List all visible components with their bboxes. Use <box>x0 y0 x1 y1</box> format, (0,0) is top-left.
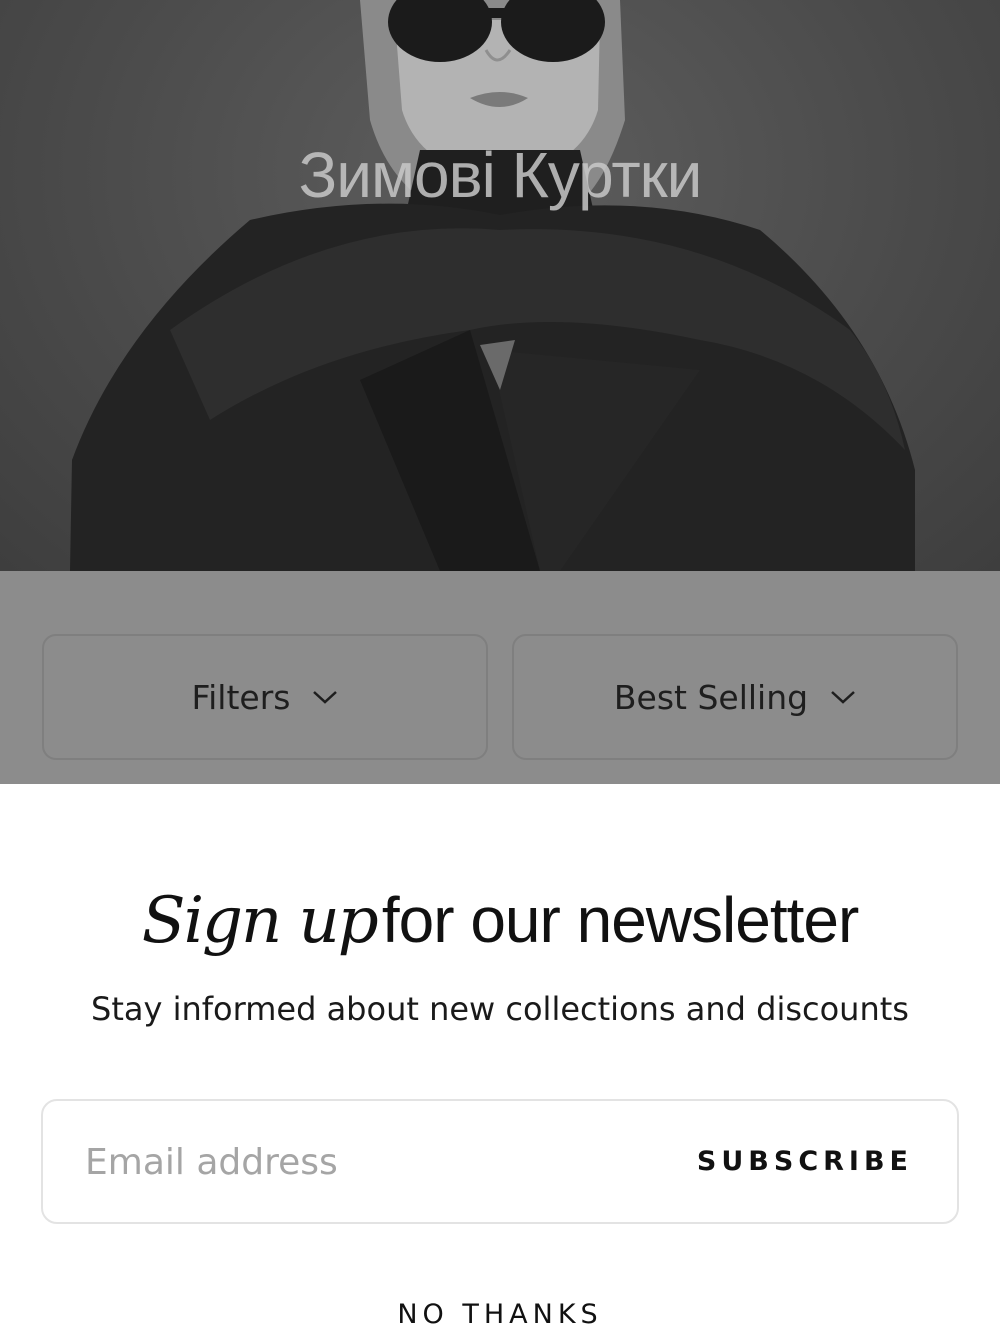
filters-button[interactable]: Filters <box>42 634 488 760</box>
filters-label: Filters <box>191 677 291 717</box>
hero-banner: Зимові Куртки <box>0 0 1000 571</box>
email-form: SUBSCRIBE <box>41 1099 959 1224</box>
no-thanks-button[interactable]: NO THANKS <box>0 1299 1000 1330</box>
headline-script: Sign up <box>141 884 379 958</box>
newsletter-popup: Sign up for our newsletter Stay informed… <box>0 784 1000 1333</box>
headline-plain: for our newsletter <box>381 884 859 956</box>
chevron-down-icon <box>831 691 855 704</box>
filter-sort-bar: Filters Best Selling <box>0 571 1000 784</box>
sort-label: Best Selling <box>613 677 809 717</box>
sort-button[interactable]: Best Selling <box>512 634 958 760</box>
subscribe-button[interactable]: SUBSCRIBE <box>697 1101 913 1222</box>
hero-image <box>70 0 915 571</box>
newsletter-headline: Sign up for our newsletter <box>0 888 1000 953</box>
newsletter-subtitle: Stay informed about new collections and … <box>91 990 909 1028</box>
chevron-down-icon <box>313 691 338 704</box>
hero-title: Зимові Куртки <box>298 139 703 211</box>
email-field[interactable] <box>83 1101 647 1224</box>
